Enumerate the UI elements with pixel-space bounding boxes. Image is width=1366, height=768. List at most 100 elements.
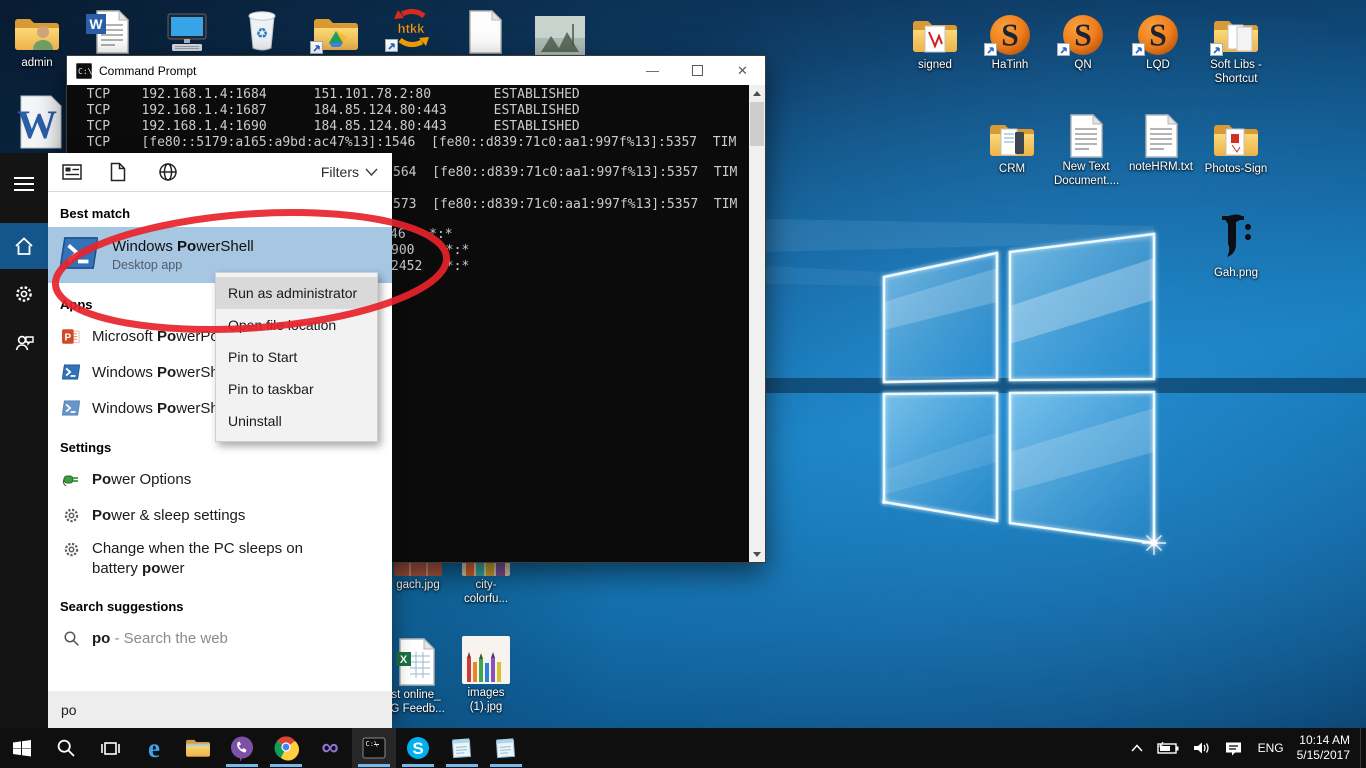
tray-time: 10:14 AM <box>1297 733 1350 748</box>
desktop-icon-soft-libs[interactable]: Soft Libs - Shortcut <box>1204 8 1268 86</box>
taskbar: e ∞ C:\ <box>0 728 1366 768</box>
desktop-icon-label: CRM <box>999 163 1025 175</box>
desktop-icon-label: Soft Libs - <box>1204 58 1268 72</box>
tray-expand-button[interactable] <box>1124 728 1150 768</box>
desktop-icon-label: QN <box>1074 59 1091 71</box>
title-bar[interactable]: C:\ Command Prompt — ✕ <box>67 56 765 85</box>
suggestion-label: po - Search the web <box>92 630 228 647</box>
taskbar-search-button[interactable] <box>44 728 88 768</box>
console-line-fragment: 573 [fe80::d839:71c0:aa1:997f%13]:5357 T… <box>393 197 737 212</box>
menu-item-uninstall[interactable]: Uninstall <box>216 405 377 437</box>
search-result-power-options[interactable]: Power Options <box>48 461 392 497</box>
taskbar-skype-button[interactable]: S <box>396 728 440 768</box>
taskbar-notepad-button[interactable] <box>440 728 484 768</box>
speaker-icon <box>1193 741 1211 755</box>
filter-documents-tab[interactable] <box>110 162 144 182</box>
menu-item-open-file-location[interactable]: Open file location <box>216 309 377 341</box>
desktop-icon-notehrm-txt[interactable]: noteHRM.txt <box>1129 110 1193 174</box>
desktop-icon-google-drive-folder[interactable] <box>304 6 368 54</box>
desktop-icon-photo[interactable] <box>528 8 592 56</box>
taskbar-notepad2-button[interactable] <box>484 728 528 768</box>
search-result-pc-sleep-battery[interactable]: Change when the PC sleeps on battery pow… <box>48 533 392 585</box>
globe-icon <box>158 162 178 182</box>
apps-icon <box>62 163 82 181</box>
taskbar-command-prompt-button[interactable]: C:\ <box>352 728 396 768</box>
search-icon <box>62 630 80 647</box>
desktop-icon-gah-png[interactable]: Gah.png <box>1204 210 1268 280</box>
desktop-icon-this-pc[interactable] <box>155 6 219 54</box>
taskbar-clock[interactable]: 10:14 AM 5/15/2017 <box>1293 733 1360 763</box>
maximize-icon <box>692 65 703 76</box>
gear-icon <box>62 507 80 524</box>
desktop-icon-label: (1).jpg <box>454 700 518 714</box>
volume-status[interactable] <box>1186 728 1218 768</box>
desktop-icon-excel-feedback-file[interactable]: X st online_ IG Feedb... <box>384 638 448 716</box>
battery-status[interactable] <box>1150 728 1186 768</box>
taskbar-file-explorer-button[interactable] <box>176 728 220 768</box>
svg-text:S: S <box>412 739 423 758</box>
svg-text:X: X <box>400 654 408 666</box>
scroll-up-icon[interactable] <box>749 85 765 101</box>
search-result-power-sleep[interactable]: Power & sleep settings <box>48 497 392 533</box>
desktop-icon-new-text-document[interactable]: New Text Document.... <box>1054 110 1118 188</box>
taskbar-viber-button[interactable] <box>220 728 264 768</box>
desktop-icon-recycle-bin[interactable]: ♻ <box>230 4 294 52</box>
show-desktop-button[interactable] <box>1360 728 1366 768</box>
skype-icon: S <box>405 735 431 761</box>
search-rail <box>0 153 48 728</box>
desktop-icon-label: Photos-Sign <box>1205 163 1268 175</box>
taskbar-edge-button[interactable]: e <box>132 728 176 768</box>
desktop-icon-crm[interactable]: CRM <box>980 112 1044 176</box>
minimize-button[interactable]: — <box>630 56 675 85</box>
notepad-icon <box>450 736 474 760</box>
desktop-icon-hatinh[interactable]: HaTinh <box>978 8 1042 72</box>
search-input[interactable]: po <box>48 691 392 728</box>
desktop-icon-word-document[interactable]: W <box>80 6 144 54</box>
desktop-icon-label: Document.... <box>1054 174 1118 188</box>
settings-button[interactable] <box>0 271 48 317</box>
language-indicator[interactable]: ENG <box>1249 741 1293 755</box>
chrome-icon <box>273 735 299 761</box>
filter-web-tab[interactable] <box>158 162 192 182</box>
desktop-icon-word-app[interactable]: W <box>4 92 68 152</box>
desktop-icon-blank-document[interactable] <box>454 6 518 54</box>
shortcut-arrow-icon <box>1132 43 1145 56</box>
console-line-fragment: 2452 *:* <box>391 259 469 274</box>
start-button[interactable] <box>0 728 44 768</box>
taskbar-visual-studio-button[interactable]: ∞ <box>308 728 352 768</box>
desktop-icon-photos-sign[interactable]: Photos-Sign <box>1204 112 1268 176</box>
desktop-icon-qn[interactable]: QN <box>1051 8 1115 72</box>
desktop-icon-signed[interactable]: signed <box>903 8 967 72</box>
feedback-button[interactable] <box>0 319 48 365</box>
menu-item-pin-to-start[interactable]: Pin to Start <box>216 341 377 373</box>
scrollbar-thumb[interactable] <box>750 102 764 146</box>
result-label: Power Options <box>92 471 191 488</box>
desktop-icon-label: city-colorfu... <box>464 579 508 605</box>
result-label: Power & sleep settings <box>92 507 245 524</box>
desktop-icon-label: images <box>454 686 518 700</box>
vertical-scrollbar[interactable] <box>749 85 765 562</box>
shortcut-arrow-icon <box>310 41 323 54</box>
menu-item-pin-to-taskbar[interactable]: Pin to taskbar <box>216 373 377 405</box>
web-search-suggestion[interactable]: po - Search the web <box>48 620 392 656</box>
taskbar-chrome-button[interactable] <box>264 728 308 768</box>
desktop-icon-htkk-shortcut[interactable]: htkk <box>379 4 443 52</box>
home-button[interactable] <box>0 223 48 269</box>
menu-item-run-as-administrator[interactable]: Run as administrator <box>216 277 377 309</box>
menu-button[interactable] <box>0 161 48 207</box>
task-view-button[interactable] <box>88 728 132 768</box>
result-label: Microsoft PowerPoint <box>92 328 235 345</box>
powerpoint-icon: P <box>62 328 80 345</box>
desktop-icon-admin-folder[interactable]: admin <box>5 6 69 70</box>
maximize-button[interactable] <box>675 56 720 85</box>
desktop-icon-images-1-jpg[interactable]: images (1).jpg <box>454 636 518 714</box>
filters-dropdown[interactable]: Filters <box>321 164 378 180</box>
desktop-icon-lqd[interactable]: LQD <box>1126 8 1190 72</box>
command-prompt-icon: C:\ <box>76 63 92 79</box>
filter-apps-tab[interactable] <box>62 163 96 181</box>
hamburger-icon <box>14 177 34 191</box>
action-center-button[interactable] <box>1218 728 1249 768</box>
scroll-down-icon[interactable] <box>749 546 765 562</box>
close-button[interactable]: ✕ <box>720 56 765 85</box>
svg-text:W: W <box>89 16 103 32</box>
